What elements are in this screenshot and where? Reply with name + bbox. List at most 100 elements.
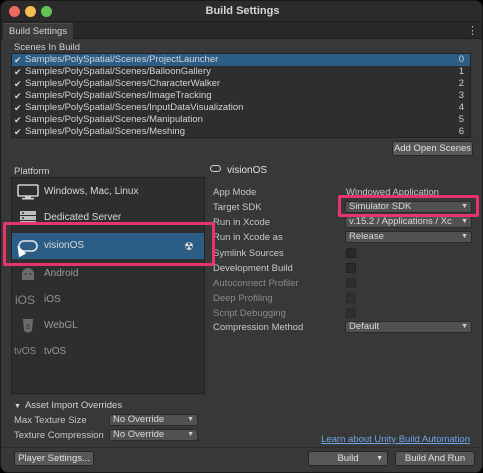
max-texture-size-value: No Override [113,414,165,425]
add-open-scenes-button[interactable]: Add Open Scenes [392,141,473,156]
title-bar: Build Settings [1,1,482,22]
app-mode-value: Windowed Application [346,187,439,198]
svg-text:5: 5 [26,324,30,331]
deep-profiling-label: Deep Profiling [213,293,273,304]
learn-build-automation-link[interactable]: Learn about Unity Build Automation [321,434,470,445]
app-mode-label: App Mode [213,187,257,198]
more-options-icon[interactable]: ⋮ [467,24,478,37]
development-build-checkbox[interactable] [346,263,356,273]
monitor-icon [17,184,39,200]
texture-compression-value: No Override [113,429,165,440]
scene-path: Samples/PolySpatial/Scenes/CharacterWalk… [25,78,221,89]
build-and-run-button[interactable]: Build And Run [395,451,475,466]
scene-index: 6 [458,126,464,137]
platform-label-android: Android [44,268,79,279]
run-in-xcode-as-dropdown[interactable]: Release ▼ [345,231,472,243]
run-in-xcode-value: v.15.2 / Applications / Xc [349,216,452,227]
tab-build-settings[interactable]: Build Settings [3,23,74,39]
platform-item-android[interactable]: Android [12,261,204,287]
tab-bar: Build Settings ⋮ [1,22,482,39]
platform-item-webgl[interactable]: 5 WebGL [12,313,204,339]
platform-label-windows-mac-linux: Windows, Mac, Linux [44,186,139,197]
scene-index: 3 [458,90,464,101]
scene-checkbox[interactable]: ✔ [14,90,22,102]
window-title: Build Settings [205,5,280,17]
scene-index: 1 [458,66,464,77]
scene-checkbox[interactable]: ✔ [14,54,22,66]
texture-compression-dropdown[interactable]: No Override ▼ [109,429,198,441]
target-sdk-dropdown[interactable]: Simulator SDK ▼ [345,201,472,213]
html5-icon: 5 [17,318,39,334]
compression-method-dropdown[interactable]: Default ▼ [345,321,472,333]
platform-item-ios[interactable]: iOS iOS [12,287,204,313]
chevron-down-icon: ▼ [461,323,468,330]
footer-divider [1,447,482,448]
settings-title: visionOS [227,165,268,176]
scene-row[interactable]: ✔ Samples/PolySpatial/Scenes/Meshing 6 [12,126,470,137]
run-in-xcode-as-value: Release [349,231,384,242]
texture-compression-label: Texture Compression [14,430,104,441]
script-debugging-label: Script Debugging [213,308,286,319]
scene-row[interactable]: ✔ Samples/PolySpatial/Scenes/ProjectLaun… [12,54,470,66]
compression-method-label: Compression Method [213,322,304,333]
run-in-xcode-label: Run in Xcode [213,217,271,228]
platform-label: Platform [14,166,50,177]
platform-item-visionos[interactable]: visionOS ☢ [12,233,204,259]
development-build-label: Development Build [213,263,293,274]
scene-index: 5 [458,114,464,125]
scene-row[interactable]: ✔ Samples/PolySpatial/Scenes/InputDataVi… [12,102,470,114]
player-settings-button[interactable]: Player Settings... [14,451,94,466]
chevron-down-icon[interactable]: ▼ [376,452,383,466]
scene-index: 0 [458,54,464,65]
target-sdk-value: Simulator SDK [349,201,412,212]
scene-row[interactable]: ✔ Samples/PolySpatial/Scenes/BalloonGall… [12,66,470,78]
symlink-sources-checkbox[interactable] [346,248,356,258]
scene-checkbox[interactable]: ✔ [14,102,22,114]
server-icon [17,210,39,226]
platform-label-ios: iOS [44,294,61,305]
autoconnect-profiler-label: Autoconnect Profiler [213,278,299,289]
scene-index: 4 [458,102,464,113]
scene-index: 2 [458,78,464,89]
ios-icon: iOS [15,293,36,307]
scene-row[interactable]: ✔ Samples/PolySpatial/Scenes/CharacterWa… [12,78,470,90]
script-debugging-checkbox [346,308,356,318]
platform-item-tvos[interactable]: tvOS tvOS [12,339,204,365]
android-icon [17,266,39,282]
platform-item-dedicated-server[interactable]: Dedicated Server [12,205,204,231]
chevron-down-icon: ▼ [461,218,468,225]
foldout-arrow-icon: ▼ [14,403,21,410]
chevron-down-icon: ▼ [187,416,194,423]
max-texture-size-label: Max Texture Size [14,415,87,426]
compression-method-value: Default [349,321,380,332]
platform-label-webgl: WebGL [44,320,78,331]
build-button[interactable]: Build ▼ [308,451,388,466]
scene-row[interactable]: ✔ Samples/PolySpatial/Scenes/ImageTracki… [12,90,470,102]
scene-checkbox[interactable]: ✔ [14,126,22,137]
scene-path: Samples/PolySpatial/Scenes/BalloonGaller… [25,66,211,77]
platform-label-visionos: visionOS [44,240,85,251]
visionos-icon [210,165,221,172]
scene-path: Samples/PolySpatial/Scenes/Manipulation [25,114,203,125]
unity-active-platform-icon: ☢ [184,241,194,253]
scene-checkbox[interactable]: ✔ [14,78,22,90]
scene-checkbox[interactable]: ✔ [14,66,22,78]
scene-path: Samples/PolySpatial/Scenes/ImageTracking [25,90,212,101]
asset-import-overrides-foldout[interactable]: ▼ Asset Import Overrides [14,400,122,411]
chevron-down-icon: ▼ [187,431,194,438]
platform-item-windows-mac-linux[interactable]: Windows, Mac, Linux [12,179,204,205]
scenes-list[interactable]: ✔ Samples/PolySpatial/Scenes/ProjectLaun… [11,53,471,138]
scene-checkbox[interactable]: ✔ [14,114,22,126]
scene-path: Samples/PolySpatial/Scenes/ProjectLaunch… [25,54,219,65]
chevron-down-icon: ▼ [461,203,468,210]
max-texture-size-dropdown[interactable]: No Override ▼ [109,414,198,426]
run-in-xcode-dropdown[interactable]: v.15.2 / Applications / Xc ▼ [345,216,472,228]
asset-import-overrides-label: Asset Import Overrides [24,400,123,411]
chevron-down-icon: ▼ [461,233,468,240]
run-in-xcode-as-label: Run in Xcode as [213,232,283,243]
build-button-label: Build [337,453,359,464]
scene-path: Samples/PolySpatial/Scenes/InputDataVisu… [25,102,244,113]
scene-row[interactable]: ✔ Samples/PolySpatial/Scenes/Manipulatio… [12,114,470,126]
scenes-in-build-label: Scenes In Build [14,42,81,53]
platform-list: Windows, Mac, Linux Dedicated Server vis… [11,177,205,394]
